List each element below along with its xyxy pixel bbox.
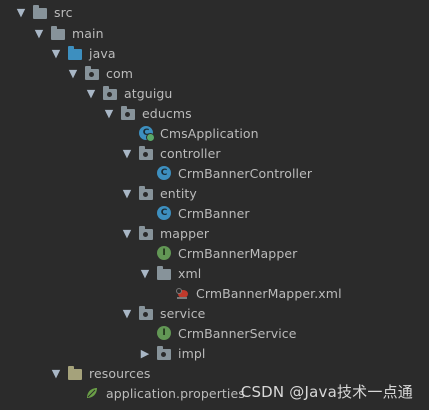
- tree-node-label: controller: [160, 145, 221, 161]
- tree-node-atguigu[interactable]: ▼ atguigu: [84, 83, 172, 103]
- tree-node-label: mapper: [160, 225, 210, 241]
- tree-node-xml[interactable]: ▼ xml: [138, 263, 201, 283]
- chevron-down-icon[interactable]: ▼: [120, 183, 134, 203]
- class-icon: C: [156, 205, 172, 221]
- tree-node-label: xml: [178, 265, 202, 281]
- package-icon: [102, 85, 118, 101]
- tree-node-label: service: [160, 305, 206, 321]
- package-icon: [138, 185, 154, 201]
- tree-node-label: CrmBannerService: [178, 325, 297, 341]
- tree-node-controller[interactable]: ▼ controller: [120, 143, 221, 163]
- tree-node-src[interactable]: ▼ src: [14, 2, 73, 22]
- tree-node-crmbannerservice[interactable]: I CrmBannerService: [156, 323, 297, 343]
- tree-node-java[interactable]: ▼ java: [49, 43, 116, 63]
- tree-node-main[interactable]: ▼ main: [32, 23, 104, 43]
- package-icon: [156, 345, 172, 361]
- resources-folder-icon: [67, 365, 83, 381]
- package-icon: [138, 225, 154, 241]
- watermark-text: CSDN @Java技术一点通: [240, 383, 413, 401]
- chevron-down-icon[interactable]: ▼: [120, 303, 134, 323]
- chevron-right-icon[interactable]: ▶: [138, 343, 152, 363]
- tree-node-label: CrmBannerMapper.xml: [196, 285, 342, 301]
- tree-node-label: impl: [178, 345, 206, 361]
- chevron-down-icon[interactable]: ▼: [120, 223, 134, 243]
- class-icon: C: [156, 165, 172, 181]
- tree-node-label: java: [89, 45, 116, 61]
- tree-node-label: application.properties: [106, 385, 245, 401]
- tree-node-label: CmsApplication: [160, 125, 259, 141]
- source-folder-icon: [67, 45, 83, 61]
- package-icon: [84, 65, 100, 81]
- tree-node-label: main: [72, 25, 104, 41]
- chevron-down-icon[interactable]: ▼: [66, 63, 80, 83]
- package-icon: [138, 145, 154, 161]
- chevron-down-icon[interactable]: ▼: [14, 2, 28, 22]
- tree-node-crmbannermapper-xml[interactable]: CrmBannerMapper.xml: [174, 283, 342, 303]
- tree-node-entity[interactable]: ▼ entity: [120, 183, 197, 203]
- package-icon: [120, 105, 136, 121]
- interface-icon: I: [156, 325, 172, 341]
- tree-node-com[interactable]: ▼ com: [66, 63, 133, 83]
- interface-icon: I: [156, 245, 172, 261]
- chevron-down-icon[interactable]: ▼: [32, 23, 46, 43]
- tree-node-label: com: [106, 65, 133, 81]
- tree-node-crmbannercontroller[interactable]: C CrmBannerController: [156, 163, 312, 183]
- chevron-down-icon[interactable]: ▼: [49, 43, 63, 63]
- tree-node-crmbannermapper[interactable]: I CrmBannerMapper: [156, 243, 297, 263]
- tree-node-educms[interactable]: ▼ educms: [102, 103, 192, 123]
- xml-file-icon: [174, 285, 190, 301]
- tree-node-label: src: [54, 4, 73, 20]
- tree-node-label: atguigu: [124, 85, 173, 101]
- tree-node-service[interactable]: ▼ service: [120, 303, 205, 323]
- tree-node-label: CrmBanner: [178, 205, 250, 221]
- tree-node-label: entity: [160, 185, 197, 201]
- folder-icon: [32, 4, 48, 20]
- package-icon: [138, 305, 154, 321]
- tree-node-label: resources: [89, 365, 151, 381]
- spring-boot-class-icon: C: [138, 125, 155, 142]
- chevron-down-icon[interactable]: ▼: [84, 83, 98, 103]
- chevron-down-icon[interactable]: ▼: [138, 263, 152, 283]
- tree-node-mapper[interactable]: ▼ mapper: [120, 223, 209, 243]
- chevron-down-icon[interactable]: ▼: [120, 143, 134, 163]
- tree-node-resources[interactable]: ▼ resources: [49, 363, 150, 383]
- folder-icon: [156, 265, 172, 281]
- tree-node-crmbanner[interactable]: C CrmBanner: [156, 203, 250, 223]
- tree-node-application-properties[interactable]: application.properties: [84, 383, 245, 403]
- tree-node-impl[interactable]: ▶ impl: [138, 343, 205, 363]
- tree-node-label: CrmBannerMapper: [178, 245, 298, 261]
- tree-node-label: educms: [142, 105, 192, 121]
- chevron-down-icon[interactable]: ▼: [49, 363, 63, 383]
- tree-node-cmsapplication[interactable]: C CmsApplication: [138, 123, 259, 143]
- folder-icon: [50, 25, 66, 41]
- properties-file-icon: [84, 385, 100, 401]
- tree-node-label: CrmBannerController: [178, 165, 313, 181]
- chevron-down-icon[interactable]: ▼: [102, 103, 116, 123]
